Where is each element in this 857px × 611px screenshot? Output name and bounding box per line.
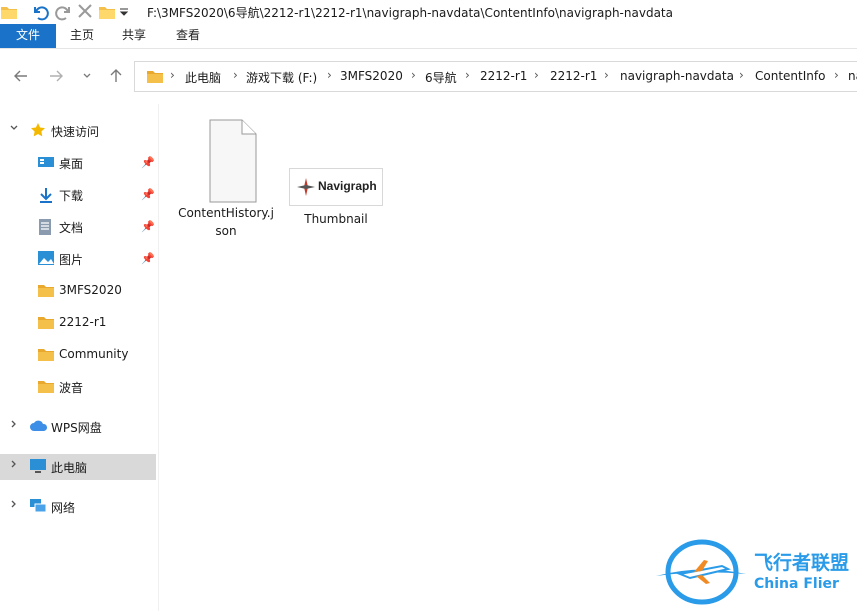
breadcrumb-separator-icon: › bbox=[739, 68, 744, 82]
network-icon bbox=[29, 498, 47, 516]
breadcrumb-this-pc[interactable]: 此电脑 bbox=[185, 69, 221, 86]
navigraph-logo-icon bbox=[297, 178, 315, 196]
sidebar-item-label: 图片 bbox=[59, 253, 84, 267]
breadcrumb-contentinfo[interactable]: ContentInfo bbox=[755, 69, 825, 83]
navigation-pane: 快速访问 桌面 📌 下载 📌 文档 📌 图片 📌 3MFS2020 2212-r… bbox=[0, 104, 158, 611]
cloud-icon bbox=[29, 418, 48, 436]
sidebar-item-label: 文档 bbox=[59, 221, 84, 235]
sidebar-item-boeing[interactable]: 波音 bbox=[0, 374, 156, 400]
tab-share[interactable]: 共享 bbox=[122, 24, 146, 48]
breadcrumb-separator-icon: › bbox=[233, 68, 238, 82]
pin-icon: 📌 bbox=[141, 252, 155, 265]
back-arrow-icon[interactable] bbox=[11, 62, 31, 90]
tab-view[interactable]: 查看 bbox=[176, 24, 200, 48]
folder-icon bbox=[0, 4, 18, 23]
file-name: ContentHistory.j bbox=[178, 206, 274, 220]
recent-locations-chevron-icon[interactable] bbox=[77, 62, 97, 90]
file-name-continued: son bbox=[215, 224, 237, 238]
sidebar-item-label: 此电脑 bbox=[51, 461, 88, 475]
breadcrumb-3mfs2020[interactable]: 3MFS2020 bbox=[340, 69, 403, 83]
sidebar-item-quick-access[interactable]: 快速访问 bbox=[0, 118, 156, 144]
sidebar-item-label: 波音 bbox=[59, 381, 84, 395]
new-folder-icon[interactable] bbox=[98, 4, 116, 23]
breadcrumb-2212-r1-sub[interactable]: 2212-r1 bbox=[550, 69, 597, 83]
sidebar-item-label: 快速访问 bbox=[51, 125, 100, 139]
breadcrumb-separator-icon: › bbox=[411, 68, 416, 82]
breadcrumb-2212-r1[interactable]: 2212-r1 bbox=[480, 69, 527, 83]
star-icon bbox=[30, 122, 48, 140]
sidebar-item-network[interactable]: 网络 bbox=[0, 494, 156, 520]
watermark-logo: 飞行者联盟 China Flier bbox=[650, 536, 850, 606]
json-file-icon bbox=[194, 116, 258, 204]
desktop-icon bbox=[37, 154, 55, 172]
up-arrow-icon[interactable] bbox=[106, 62, 126, 90]
redo-icon[interactable] bbox=[55, 3, 73, 24]
sidebar-item-community[interactable]: Community bbox=[0, 342, 156, 368]
sidebar-item-pictures[interactable]: 图片 📌 bbox=[0, 246, 156, 272]
thumbnail-text: Navigraph bbox=[318, 179, 377, 193]
sidebar-item-wps-drive[interactable]: WPS网盘 bbox=[0, 414, 156, 440]
sidebar-item-desktop[interactable]: 桌面 📌 bbox=[0, 150, 156, 176]
breadcrumb-separator-icon: › bbox=[170, 68, 175, 82]
delete-icon[interactable] bbox=[77, 3, 93, 22]
file-item-content-history[interactable]: ContentHistory.j son bbox=[178, 116, 274, 240]
tab-file[interactable]: 文件 bbox=[0, 24, 56, 48]
file-item-thumbnail[interactable]: Navigraph Thumbnail bbox=[286, 116, 386, 228]
sidebar-item-label: 2212-r1 bbox=[59, 315, 107, 329]
title-bar: F:\3MFS2020\6导航\2212-r1\2212-r1\navigrap… bbox=[0, 0, 857, 24]
pin-icon: 📌 bbox=[141, 156, 155, 169]
breadcrumb-drive-f[interactable]: 游戏下载 (F:) bbox=[246, 69, 317, 86]
sidebar-item-3mfs2020[interactable]: 3MFS2020 bbox=[0, 278, 156, 304]
pictures-icon bbox=[37, 250, 55, 268]
tab-home[interactable]: 主页 bbox=[70, 24, 94, 48]
folder-icon bbox=[146, 68, 164, 87]
sidebar-item-label: 3MFS2020 bbox=[59, 283, 122, 297]
chevron-right-icon[interactable] bbox=[9, 459, 19, 472]
sidebar-item-label: 下载 bbox=[59, 189, 84, 203]
sidebar-item-downloads[interactable]: 下载 📌 bbox=[0, 182, 156, 208]
breadcrumb-navigraph-navdata[interactable]: navigraph-navdata bbox=[620, 69, 734, 83]
breadcrumb-separator-icon: › bbox=[327, 68, 332, 82]
download-icon bbox=[37, 186, 55, 204]
breadcrumb-navigraph-navdata-partial[interactable]: na bbox=[848, 69, 857, 83]
airplane-logo-icon bbox=[656, 539, 746, 605]
chevron-right-icon[interactable] bbox=[9, 419, 19, 432]
window-title: F:\3MFS2020\6导航\2212-r1\2212-r1\navigrap… bbox=[147, 6, 673, 20]
breadcrumb-separator-icon: › bbox=[465, 68, 470, 82]
folder-icon bbox=[37, 378, 55, 396]
folder-icon bbox=[37, 346, 55, 364]
image-thumbnail: Navigraph bbox=[289, 168, 383, 206]
chevron-down-icon[interactable] bbox=[9, 123, 19, 136]
breadcrumb-separator-icon: › bbox=[534, 68, 539, 82]
forward-arrow-icon[interactable] bbox=[46, 62, 66, 90]
sidebar-item-this-pc[interactable]: 此电脑 bbox=[0, 454, 156, 480]
pin-icon: 📌 bbox=[141, 220, 155, 233]
folder-icon bbox=[37, 282, 55, 300]
folder-icon bbox=[37, 314, 55, 332]
document-icon bbox=[37, 218, 55, 236]
address-bar[interactable]: › 此电脑 › 游戏下载 (F:) › 3MFS2020 › 6导航 › 221… bbox=[134, 61, 857, 92]
sidebar-item-documents[interactable]: 文档 📌 bbox=[0, 214, 156, 240]
file-list: ContentHistory.j son Navigraph Thumbnail bbox=[159, 104, 857, 611]
breadcrumb-separator-icon: › bbox=[834, 68, 839, 82]
breadcrumb-separator-icon: › bbox=[604, 68, 609, 82]
sidebar-item-label: WPS网盘 bbox=[51, 421, 102, 435]
ribbon: 文件 主页 共享 查看 bbox=[0, 24, 857, 49]
quick-access-toolbar-dropdown-icon[interactable] bbox=[119, 6, 129, 20]
sidebar-item-label: 桌面 bbox=[59, 157, 84, 171]
breadcrumb-6nav[interactable]: 6导航 bbox=[425, 69, 457, 86]
computer-icon bbox=[29, 458, 47, 476]
sidebar-item-label: Community bbox=[59, 347, 129, 361]
chevron-right-icon[interactable] bbox=[9, 499, 19, 512]
sidebar-item-2212-r1[interactable]: 2212-r1 bbox=[0, 310, 156, 336]
undo-icon[interactable] bbox=[31, 3, 49, 24]
sidebar-item-label: 网络 bbox=[51, 501, 76, 515]
pin-icon: 📌 bbox=[141, 188, 155, 201]
file-name: Thumbnail bbox=[304, 212, 368, 226]
watermark-cn-text: 飞行者联盟 bbox=[754, 552, 850, 574]
watermark-en-text: China Flier bbox=[754, 576, 839, 592]
